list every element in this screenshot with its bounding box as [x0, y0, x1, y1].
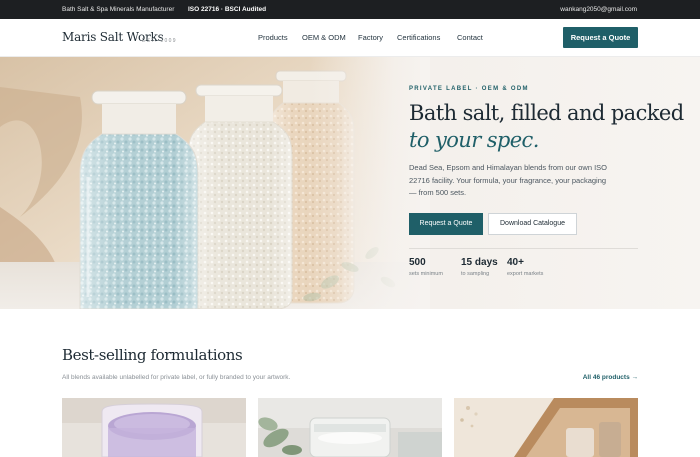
topbar-email-link[interactable]: wankang2050@gmail.com: [560, 6, 637, 13]
topbar-certification: ISO 22716 · BSCI Audited: [188, 6, 267, 13]
stat-sampling-time: 15 days to sampling: [461, 257, 498, 277]
top-bar: Bath Salt & Spa Minerals Manufacturer IS…: [0, 0, 700, 19]
nav-link-products[interactable]: Products: [258, 33, 288, 42]
logo-established-year: EST. 2009: [142, 38, 177, 44]
hero-description: Dead Sea, Epsom and Himalayan blends fro…: [409, 163, 608, 197]
hero-heading-line-1: Bath salt, filled and packed: [409, 101, 684, 125]
stat-label: export markets: [507, 271, 544, 277]
stat-label: to sampling: [461, 271, 490, 277]
bestsellers-subtitle: All blends available unlabelled for priv…: [62, 374, 291, 381]
stat-value: 500: [409, 257, 426, 268]
product-card-eucalyptus[interactable]: [258, 398, 442, 457]
request-quote-hero-button[interactable]: Request a Quote: [409, 213, 483, 235]
product-image-eucalyptus-salt-jar: [258, 398, 442, 457]
nav-link-oem-odm[interactable]: OEM & ODM: [302, 33, 346, 42]
stat-export-markets: 40+ export markets: [507, 257, 543, 277]
product-image-lavender-salt-jar: [62, 398, 246, 457]
product-image-gift-box: [454, 398, 638, 457]
hero-eyebrow: PRIVATE LABEL · OEM & ODM: [409, 86, 529, 92]
stat-minimum-order: 500 sets minimum: [409, 257, 443, 277]
hero-heading: Bath salt, filled and packed to your spe…: [409, 100, 684, 154]
all-products-link[interactable]: All 46 products →: [583, 374, 638, 381]
topbar-tagline: Bath Salt & Spa Minerals Manufacturer: [62, 6, 175, 13]
stat-value: 40+: [507, 257, 524, 268]
nav-link-contact[interactable]: Contact: [457, 33, 483, 42]
product-card-gift-box[interactable]: [454, 398, 638, 457]
hero-heading-line-2: to your spec.: [409, 128, 539, 152]
hero-divider: [409, 248, 638, 249]
main-navigation: Maris Salt Works EST. 2009 Products OEM …: [0, 19, 700, 57]
nav-link-factory[interactable]: Factory: [358, 33, 383, 42]
stat-value: 15 days: [461, 257, 498, 268]
stat-label: sets minimum: [409, 271, 443, 277]
nav-link-certifications[interactable]: Certifications: [397, 33, 440, 42]
hero-section: PRIVATE LABEL · OEM & ODM Bath salt, fil…: [0, 57, 700, 309]
bestsellers-title: Best-selling formulations: [62, 346, 243, 364]
request-quote-nav-button[interactable]: Request a Quote: [563, 27, 638, 48]
product-card-lavender[interactable]: [62, 398, 246, 457]
download-catalogue-button[interactable]: Download Catalogue: [488, 213, 577, 235]
